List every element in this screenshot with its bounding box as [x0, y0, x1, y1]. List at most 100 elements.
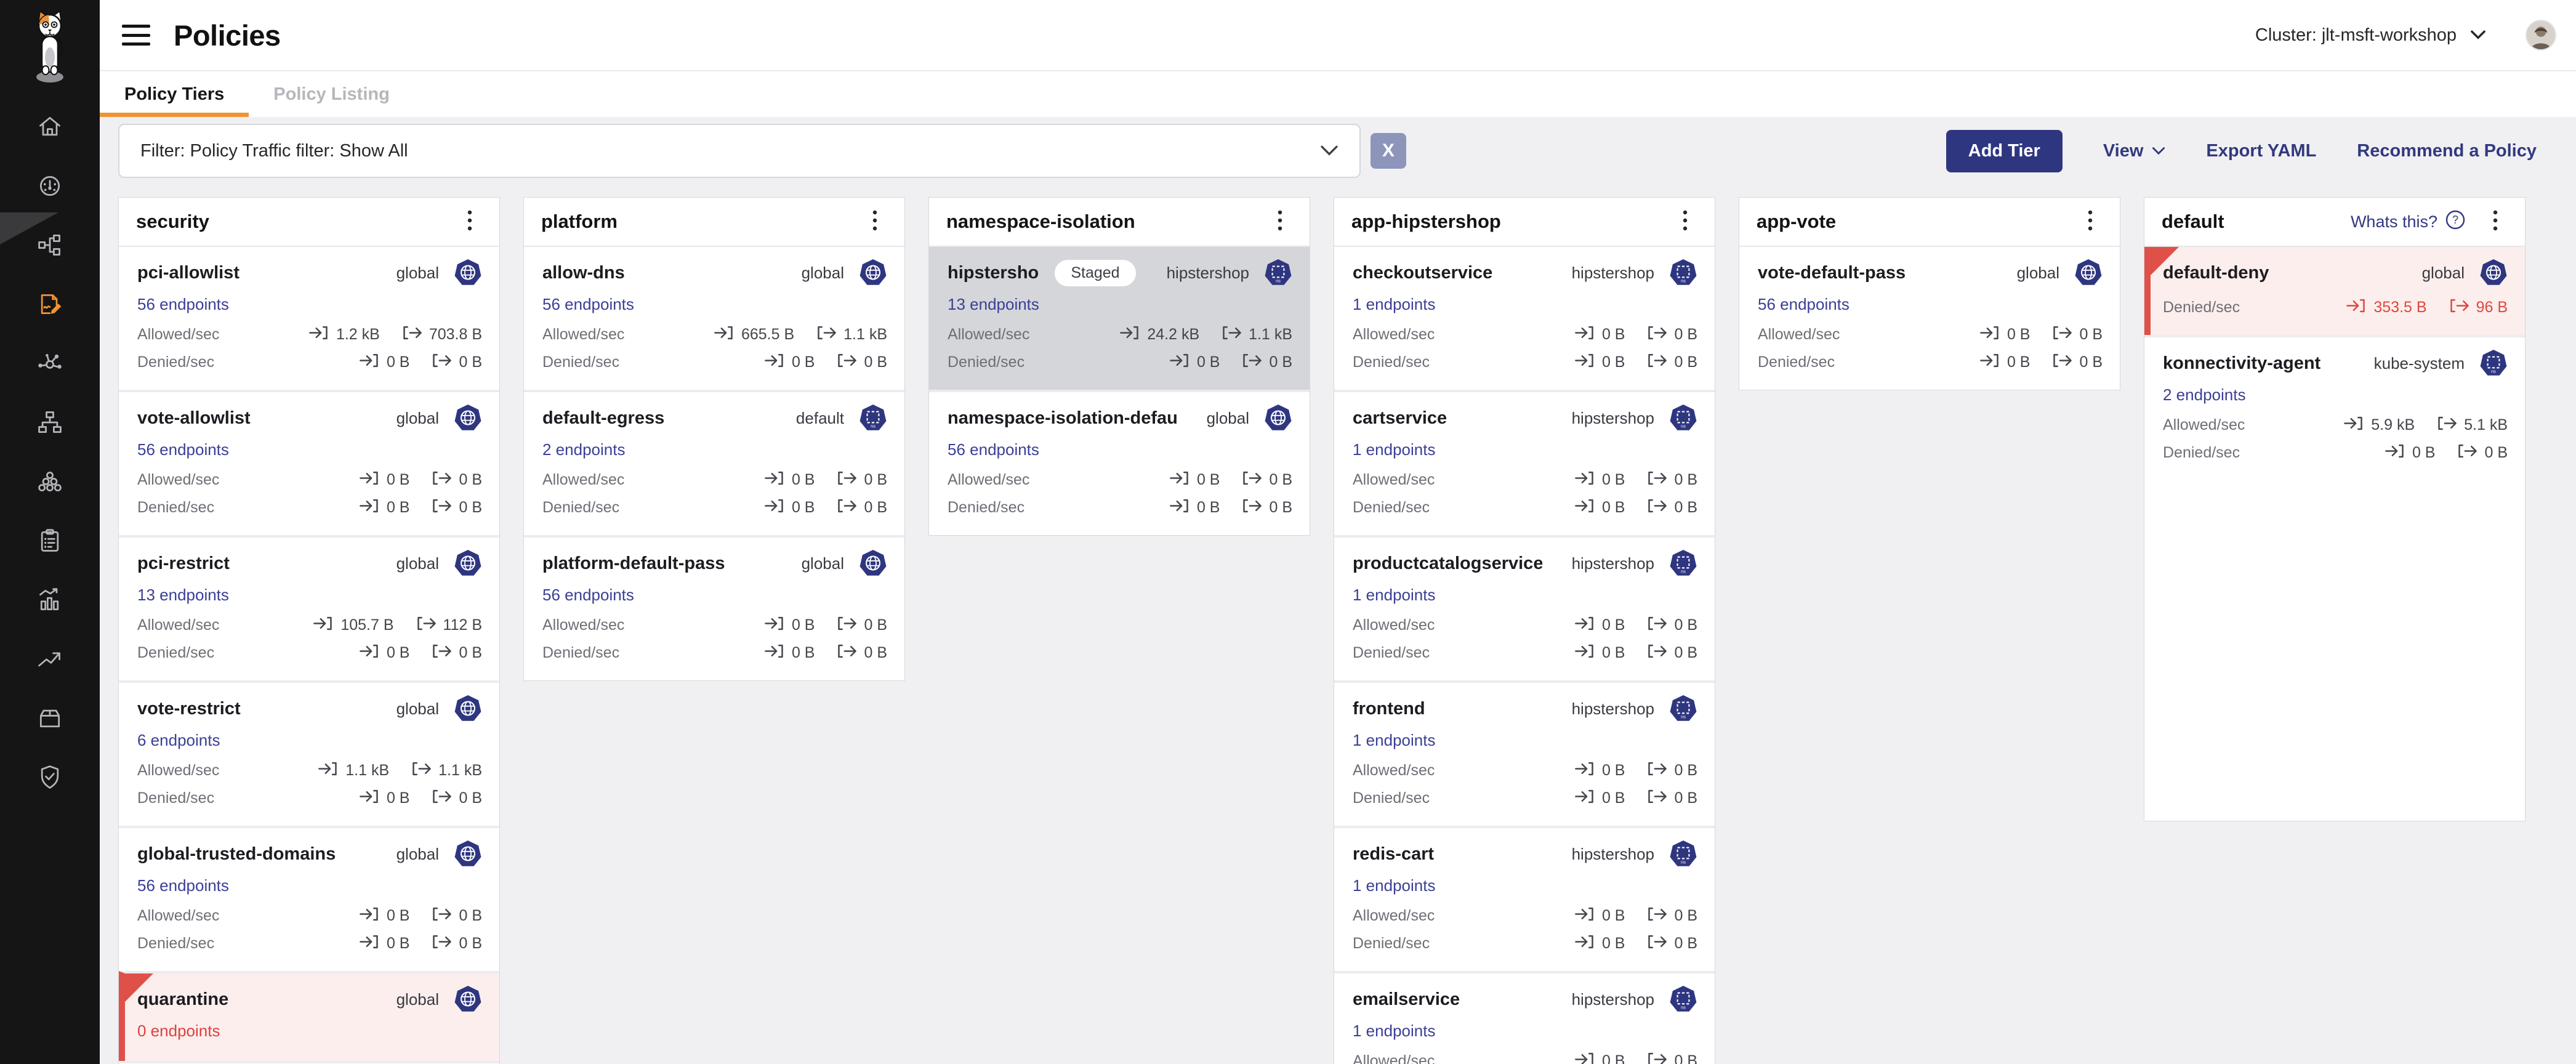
inbound-bytes: 5.9 kB — [2371, 416, 2415, 434]
endpoints-link[interactable]: 56 endpoints — [137, 439, 229, 460]
policy-card[interactable]: frontendhipstershopns1 endpointsAllowed/… — [1334, 680, 1715, 826]
policy-name: vote-default-pass — [1758, 263, 1906, 283]
tab-policy-listing[interactable]: Policy Listing — [249, 71, 414, 117]
outbound-value: 1.1 kB — [816, 325, 887, 345]
policy-name: global-trusted-domains — [137, 844, 336, 864]
inbound-bytes: 0 B — [387, 789, 410, 807]
policy-card[interactable]: redis-carthipstershopns1 endpointsAllowe… — [1334, 826, 1715, 971]
policy-card[interactable]: konnectivity-agentkube-systemns2 endpoin… — [2144, 335, 2525, 480]
namespace-scope-icon: ns — [1669, 404, 1697, 432]
outbound-bytes: 0 B — [1674, 499, 1697, 517]
tier-menu-button[interactable] — [2483, 208, 2508, 235]
endpoints-link[interactable]: 56 endpoints — [542, 294, 634, 315]
inbound-arrow-icon — [2385, 443, 2405, 463]
outbound-value: 703.8 B — [402, 325, 482, 345]
inbound-arrow-icon — [1575, 616, 1595, 635]
outbound-arrow-icon — [432, 643, 451, 663]
endpoints-link[interactable]: 2 endpoints — [542, 439, 625, 460]
global-scope-icon — [859, 259, 887, 287]
policy-name: default-egress — [542, 408, 664, 429]
traffic-stat-row: Denied/sec0 B0 B — [542, 349, 887, 376]
inbound-arrow-icon — [360, 643, 379, 663]
endpoints-link[interactable]: 1 endpoints — [1353, 875, 1435, 896]
policy-card[interactable]: hipstershop-gh…Stagedhipstershopns13 end… — [929, 247, 1310, 390]
endpoints-link[interactable]: 13 endpoints — [948, 294, 1039, 315]
user-avatar[interactable] — [2526, 20, 2556, 50]
sidebar-item-workloads[interactable] — [36, 704, 63, 732]
stat-label: Allowed/sec — [1353, 326, 1435, 344]
endpoints-link[interactable]: 6 endpoints — [137, 730, 220, 751]
endpoints-link[interactable]: 56 endpoints — [137, 294, 229, 315]
view-menu-button[interactable]: View — [2103, 141, 2166, 161]
sidebar-item-infrastructure[interactable] — [36, 409, 63, 436]
endpoints-link[interactable]: 56 endpoints — [1758, 294, 1849, 315]
tier-menu-button[interactable] — [863, 208, 887, 235]
tier-cards: allow-dnsglobal56 endpointsAllowed/sec66… — [524, 247, 904, 680]
endpoints-link[interactable]: 56 endpoints — [948, 439, 1039, 460]
sidebar-item-reports[interactable] — [36, 586, 63, 613]
tier-menu-button[interactable] — [1673, 208, 1697, 235]
tab-policy-tiers[interactable]: Policy Tiers — [100, 71, 249, 117]
tier-menu-button[interactable] — [1268, 208, 1292, 235]
policy-card[interactable]: platform-default-passglobal56 endpointsA… — [524, 535, 904, 680]
endpoints-link[interactable]: 56 endpoints — [542, 584, 634, 605]
clear-filter-button[interactable]: X — [1371, 133, 1406, 169]
inbound-value: 0 B — [1575, 325, 1625, 345]
sidebar-item-network-sets[interactable] — [36, 350, 63, 377]
policy-card[interactable]: pci-restrictglobal13 endpointsAllowed/se… — [119, 535, 499, 680]
inbound-bytes: 0 B — [387, 644, 410, 662]
policy-filter-dropdown[interactable]: Filter: Policy Traffic filter: Show All — [118, 124, 1361, 178]
policy-card[interactable]: namespace-isolation-default-p…global56 e… — [929, 390, 1310, 535]
endpoints-link[interactable]: 1 endpoints — [1353, 439, 1435, 460]
sidebar-item-timeline[interactable] — [36, 645, 63, 672]
calico-cat-logo[interactable] — [0, 0, 100, 92]
recommend-policy-button[interactable]: Recommend a Policy — [2357, 141, 2537, 161]
traffic-stat-row: Allowed/sec0 B0 B — [1353, 757, 1697, 784]
sidebar-item-threat-defense[interactable] — [36, 764, 63, 791]
sidebar-item-compliance[interactable] — [36, 527, 63, 554]
endpoints-link[interactable]: 1 endpoints — [1353, 584, 1435, 605]
inbound-value: 5.9 kB — [2344, 416, 2415, 435]
menu-icon[interactable] — [122, 25, 150, 46]
policy-card[interactable]: emailservicehipstershopns1 endpointsAllo… — [1334, 971, 1715, 1064]
export-yaml-button[interactable]: Export YAML — [2206, 141, 2316, 161]
inbound-value: 0 B — [765, 643, 815, 663]
policy-card[interactable]: productcatalogservicehipstershopns1 endp… — [1334, 535, 1715, 680]
tier-menu-button[interactable] — [2078, 208, 2103, 235]
sidebar-item-home[interactable] — [36, 113, 63, 140]
policy-card[interactable]: security-default-passglobal — [119, 1061, 499, 1064]
add-tier-button[interactable]: Add Tier — [1946, 130, 2063, 172]
outbound-value: 0 B — [432, 643, 482, 663]
inbound-bytes: 0 B — [1197, 471, 1220, 489]
sidebar-item-service-graph[interactable] — [36, 232, 63, 259]
inbound-bytes: 0 B — [792, 644, 815, 662]
endpoints-link[interactable]: 56 endpoints — [137, 875, 229, 896]
policy-card[interactable]: vote-default-passglobal56 endpointsAllow… — [1739, 247, 2120, 390]
policy-card[interactable]: allow-dnsglobal56 endpointsAllowed/sec66… — [524, 247, 904, 390]
policy-card[interactable]: cartservicehipstershopns1 endpointsAllow… — [1334, 390, 1715, 535]
policy-card[interactable]: global-trusted-domainsglobal56 endpoints… — [119, 826, 499, 971]
endpoints-link[interactable]: 1 endpoints — [1353, 294, 1435, 315]
sidebar-item-policies[interactable] — [36, 291, 63, 318]
policy-card[interactable]: quarantineglobal0 endpoints — [119, 971, 499, 1061]
outbound-arrow-icon — [2052, 325, 2072, 345]
stat-label: Allowed/sec — [1758, 326, 1840, 344]
sidebar-item-clusters[interactable] — [36, 468, 63, 495]
policy-card[interactable]: vote-allowlistglobal56 endpointsAllowed/… — [119, 390, 499, 535]
endpoints-link[interactable]: 0 endpoints — [137, 1020, 220, 1041]
policy-card[interactable]: vote-restrictglobal6 endpointsAllowed/se… — [119, 680, 499, 826]
tier-menu-button[interactable] — [457, 208, 482, 235]
policy-card[interactable]: default-denyglobalDenied/sec353.5 B96 B — [2144, 247, 2525, 335]
endpoints-link[interactable]: 1 endpoints — [1353, 1020, 1435, 1041]
whats-this-link[interactable]: Whats this?? — [2351, 209, 2466, 235]
endpoints-link[interactable]: 13 endpoints — [137, 584, 229, 605]
policy-card[interactable]: default-egressdefaultns2 endpointsAllowe… — [524, 390, 904, 535]
cluster-selector[interactable]: Cluster: jlt-msft-workshop — [2255, 25, 2486, 46]
policy-card[interactable]: checkoutservicehipstershopns1 endpointsA… — [1334, 247, 1715, 390]
endpoints-link[interactable]: 1 endpoints — [1353, 730, 1435, 751]
endpoints-link[interactable]: 2 endpoints — [2163, 384, 2245, 405]
outbound-bytes: 0 B — [459, 907, 482, 925]
tab-label: Policy Tiers — [124, 84, 224, 105]
sidebar-item-dashboard-gauge[interactable] — [36, 172, 63, 200]
policy-card[interactable]: pci-allowlistglobal56 endpointsAllowed/s… — [119, 247, 499, 390]
